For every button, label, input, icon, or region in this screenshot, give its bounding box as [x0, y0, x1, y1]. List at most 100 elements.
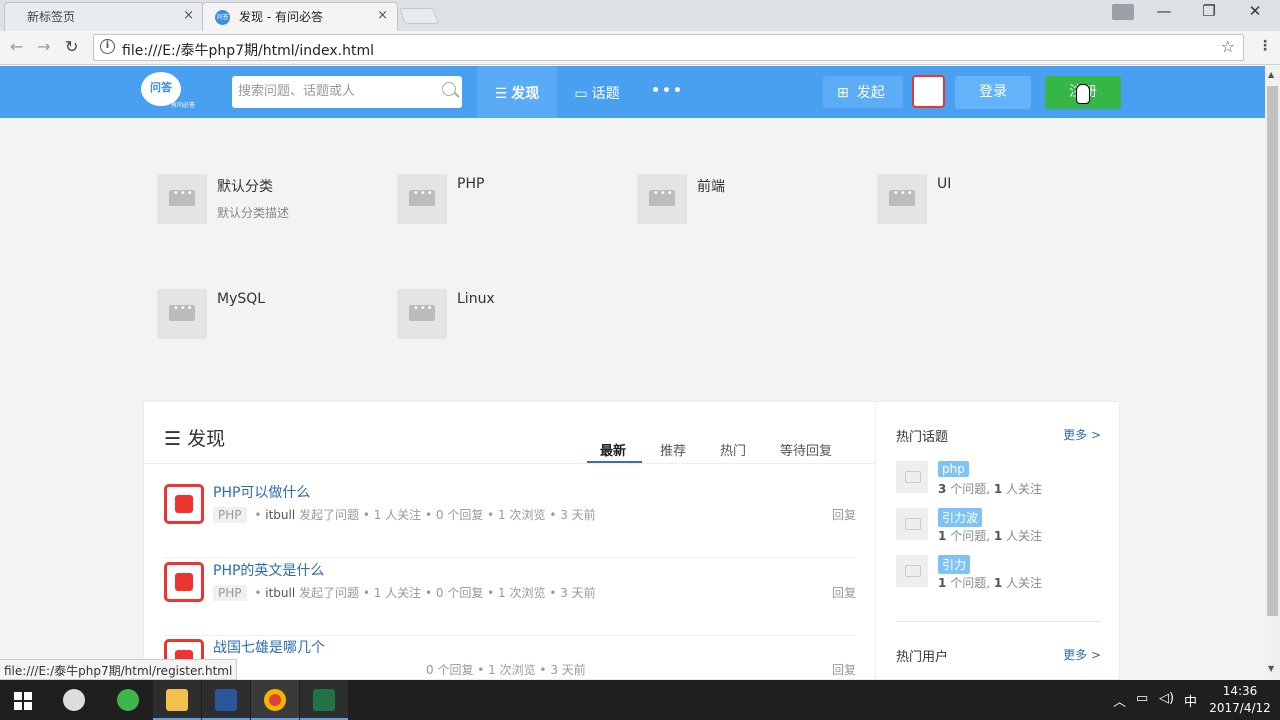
publish-label: 发起 — [856, 85, 885, 101]
publish-button[interactable]: ⊞ 发起 — [823, 76, 903, 108]
category-item[interactable]: 前端 — [637, 174, 867, 234]
category-name[interactable]: PHP — [457, 176, 484, 192]
category-name[interactable]: UI — [937, 176, 951, 192]
address-bar[interactable]: i file:///E:/泰牛php7期/html/index.html ☆ — [93, 34, 1244, 61]
nav-more-button[interactable]: ••• — [645, 66, 690, 118]
reply-link[interactable]: 回复 — [832, 506, 856, 523]
battery-icon[interactable]: ▭ — [1136, 691, 1148, 706]
topic-tag[interactable]: php — [938, 461, 969, 477]
clock[interactable]: 14:36 2017/4/12 — [1200, 683, 1280, 717]
discover-panel: ☰ 发现 最新 推荐 热门 等待回复 PHP可以做什么 PHP • itbull… — [143, 401, 1120, 681]
topic-tag[interactable]: 引力波 — [938, 508, 983, 527]
excel-icon[interactable] — [300, 680, 348, 720]
category-item[interactable]: 默认分类 默认分类描述 — [157, 174, 387, 234]
minimize-button[interactable]: — — [1141, 2, 1187, 20]
search-icon[interactable] — [442, 82, 456, 96]
url-text[interactable]: file:///E:/泰牛php7期/html/index.html — [122, 40, 374, 60]
topic-icon[interactable] — [896, 508, 928, 540]
topic-tag[interactable]: PHP — [213, 585, 247, 601]
search-box[interactable] — [232, 76, 462, 108]
tray-chevron-icon[interactable]: ︿ — [1113, 691, 1126, 710]
chat-icon: ▭ — [574, 86, 588, 102]
tab-hot[interactable]: 热门 — [720, 440, 746, 459]
scroll-up-icon[interactable]: ▲ — [1268, 70, 1274, 79]
user-link[interactable]: itbull — [265, 508, 295, 522]
page-title: ☰ 发现 — [164, 424, 225, 451]
avatar[interactable] — [164, 484, 204, 524]
restore-button[interactable]: ❐ — [1186, 2, 1232, 20]
avatar[interactable] — [164, 562, 204, 602]
tab-recommended[interactable]: 推荐 — [660, 440, 686, 459]
category-icon — [157, 289, 207, 339]
nav-label: 发现 — [511, 86, 540, 102]
avatar[interactable] — [912, 75, 945, 108]
tab-discover[interactable]: 问答 发现 - 有问必答 × — [202, 2, 398, 31]
question-title[interactable]: PHP可以做什么 — [213, 482, 310, 502]
windows-start-icon[interactable] — [14, 692, 32, 710]
reload-icon[interactable]: ↻ — [65, 37, 78, 56]
menu-icon[interactable]: ⋮ — [1258, 38, 1272, 54]
category-name[interactable]: MySQL — [217, 291, 265, 307]
user-link[interactable]: itbull — [265, 586, 295, 600]
close-tab-icon[interactable]: × — [377, 8, 388, 23]
category-icon — [157, 174, 207, 224]
topic-stats: 1 个问题, 1 人关注 — [938, 529, 1043, 543]
chrome-icon[interactable] — [251, 680, 299, 720]
hot-topics-title: 热门话题 — [896, 430, 949, 445]
new-tab-button[interactable] — [399, 8, 439, 24]
topic-item: 引力波 1 个问题, 1 人关注 — [896, 508, 1101, 548]
category-item[interactable]: Linux — [397, 289, 627, 349]
app-green-icon[interactable] — [104, 680, 152, 720]
category-icon — [397, 174, 447, 224]
site-logo[interactable]: 问答 有问必答 — [141, 72, 203, 112]
question-stats: • 1 人关注 • 0 个回复 • 1 次浏览 • 3 天前 — [362, 508, 596, 522]
tab-latest[interactable]: 最新 — [600, 440, 626, 459]
scrollbar[interactable]: ▲ ▼ — [1265, 66, 1280, 680]
profile-icon[interactable] — [1112, 4, 1134, 20]
divider — [896, 621, 1101, 622]
category-item[interactable]: PHP — [397, 174, 627, 234]
reply-link[interactable]: 回复 — [832, 661, 856, 678]
close-tab-icon[interactable]: × — [183, 8, 194, 23]
tab-awaiting-reply[interactable]: 等待回复 — [780, 440, 832, 459]
tab-label: 发现 - 有问必答 — [239, 10, 323, 24]
sidebar: 热门话题 更多 > php 3 个问题, 1 人关注 引力波 1 个问题, 1 … — [896, 402, 1101, 681]
info-icon[interactable]: i — [100, 39, 115, 54]
tab-new-tab[interactable]: 新标签页 × — [4, 2, 204, 31]
nav-topics[interactable]: ▭ 话题 — [562, 66, 632, 118]
question-title[interactable]: PHP的英文是什么 — [213, 560, 324, 580]
more-users-link[interactable]: 更多 > — [1063, 646, 1101, 663]
login-button[interactable]: 登录 — [955, 76, 1031, 109]
category-icon — [637, 174, 687, 224]
topic-tag[interactable]: 引力 — [938, 555, 971, 574]
topic-stats: 1 个问题, 1 人关注 — [938, 576, 1043, 590]
question-title[interactable]: 战国七雄是哪几个 — [213, 637, 325, 657]
scroll-down-icon[interactable]: ▼ — [1268, 664, 1274, 673]
hand-cursor-icon — [1076, 84, 1090, 104]
category-item[interactable]: MySQL — [157, 289, 387, 349]
word-icon[interactable] — [202, 680, 250, 720]
category-name[interactable]: 默认分类 — [217, 176, 273, 196]
category-name[interactable]: Linux — [457, 291, 495, 307]
nav-discover[interactable]: ☰ 发现 — [477, 66, 557, 118]
back-arrow-icon[interactable]: ← — [10, 37, 23, 56]
question-item: PHP的英文是什么 PHP • itbull 发起了问题 • 1 人关注 • 0… — [164, 560, 856, 636]
app-flower-icon[interactable] — [50, 680, 98, 720]
ime-indicator[interactable]: 中 — [1184, 691, 1197, 710]
reply-link[interactable]: 回复 — [832, 584, 856, 601]
search-input[interactable] — [232, 76, 427, 106]
category-item[interactable]: UI — [877, 174, 1107, 234]
more-topics-link[interactable]: 更多 > — [1063, 426, 1101, 443]
scrollbar-thumb[interactable] — [1267, 86, 1278, 616]
divider — [144, 463, 876, 464]
topic-tag[interactable]: PHP — [213, 507, 247, 523]
file-explorer-icon[interactable] — [153, 680, 201, 720]
topic-icon[interactable] — [896, 461, 928, 493]
category-name[interactable]: 前端 — [697, 176, 725, 196]
volume-icon[interactable]: ◁) — [1159, 691, 1174, 706]
topic-icon[interactable] — [896, 555, 928, 587]
status-bar: file:///E:/泰牛php7期/html/register.html — [0, 659, 238, 680]
forward-arrow-icon[interactable]: → — [37, 37, 50, 56]
bookmark-star-icon[interactable]: ☆ — [1221, 37, 1235, 56]
close-window-button[interactable]: ✕ — [1232, 2, 1278, 20]
